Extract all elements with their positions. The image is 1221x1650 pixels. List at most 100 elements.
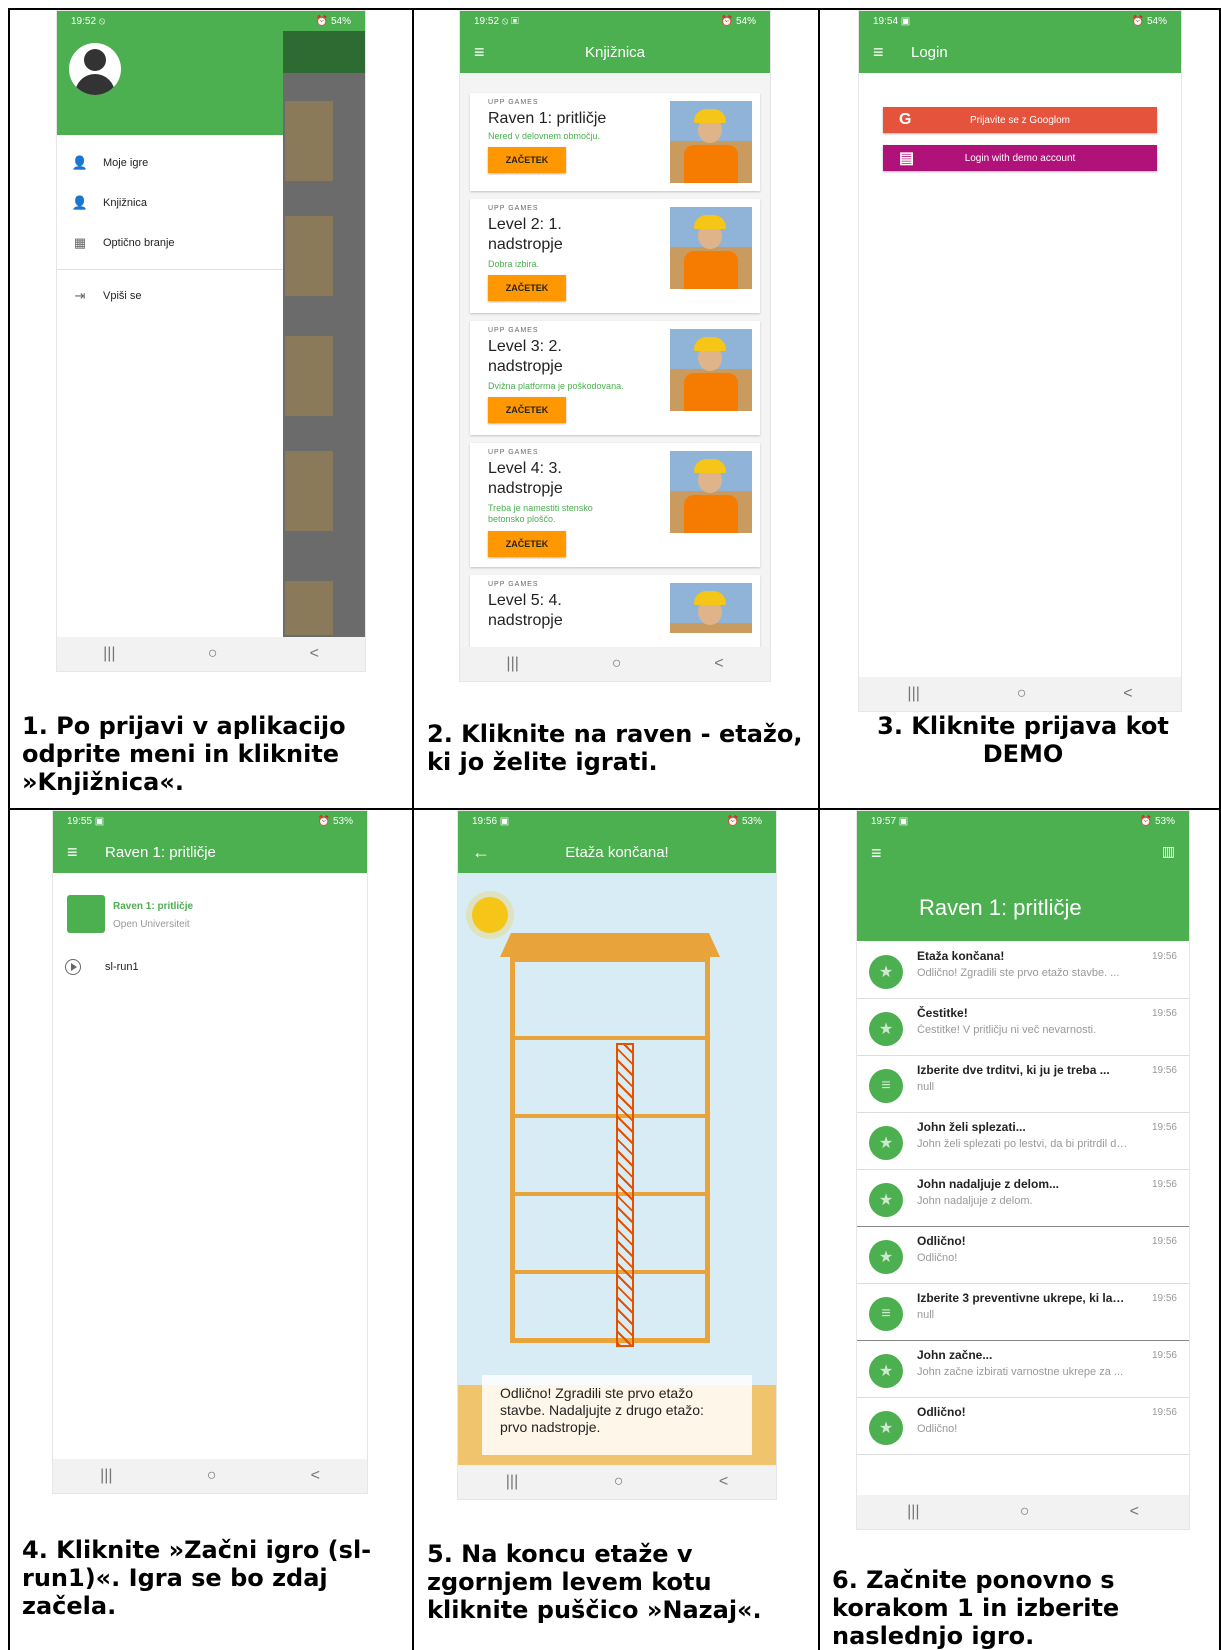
worker-image bbox=[670, 101, 752, 183]
recent-apps-button[interactable]: ||| bbox=[907, 1503, 919, 1521]
android-nav-bar: ||| ○ < bbox=[57, 637, 365, 671]
recent-apps-button[interactable]: ||| bbox=[100, 1467, 112, 1485]
card-brand: UPP GAMES bbox=[488, 327, 539, 334]
back-button[interactable]: < bbox=[1123, 685, 1132, 703]
menu-icon[interactable]: ≡ bbox=[871, 843, 889, 864]
item-subtitle: Odlično! bbox=[917, 1423, 958, 1435]
dimmed-thumbnail bbox=[285, 101, 333, 181]
drawer-item-opticno-branje[interactable]: ▦ Optično branje bbox=[57, 223, 283, 263]
list-item[interactable]: ★ John nadaljuje z delom... John nadalju… bbox=[857, 1169, 1189, 1227]
back-button[interactable]: < bbox=[719, 1473, 728, 1491]
run-list-item[interactable]: sl-run1 bbox=[65, 959, 139, 975]
item-time: 19:56 bbox=[1151, 1008, 1177, 1019]
worker-image bbox=[670, 451, 752, 533]
drawer-item-label: Vpiši se bbox=[103, 290, 142, 302]
item-subtitle: null bbox=[917, 1081, 935, 1093]
dimmed-thumbnail bbox=[285, 581, 333, 635]
drawer-scrim[interactable] bbox=[283, 31, 365, 637]
list-item[interactable]: ★ Etaža končana! Odlično! Zgradili ste p… bbox=[857, 941, 1189, 999]
star-icon: ★ bbox=[869, 955, 903, 989]
back-button[interactable]: < bbox=[311, 1467, 320, 1485]
recent-apps-button[interactable]: ||| bbox=[907, 685, 919, 703]
step-caption-5: 5. Na koncu etaže v zgornjem levem kotu … bbox=[427, 1540, 762, 1624]
start-button[interactable]: ZAČETEK bbox=[488, 397, 566, 423]
list-item[interactable]: ★ Odlično! Odlično! 19:56 bbox=[857, 1397, 1189, 1455]
android-nav-bar: ||| ○ < bbox=[53, 1459, 367, 1493]
app-bar: ≡ ▥ Raven 1: pritličje bbox=[857, 831, 1189, 941]
screenshot-drawer: 19:52 ⦸ ⏰ 54% 👤 Moje igre 👤 Knjižnica ▦ … bbox=[56, 10, 366, 672]
screenshot-run: 19:55 ▣ ⏰ 53% ≡ Raven 1: pritličje Raven… bbox=[52, 810, 368, 1494]
home-button[interactable]: ○ bbox=[1017, 685, 1027, 703]
step-caption-2: 2. Kliknite na raven - etažo, ki jo želi… bbox=[427, 720, 803, 776]
worker-image bbox=[670, 329, 752, 411]
card-brand: UPP GAMES bbox=[488, 449, 539, 456]
start-button[interactable]: ZAČETEK bbox=[488, 147, 566, 173]
game-card[interactable]: UPP GAMES Raven 1: pritličje Nered v del… bbox=[470, 93, 760, 191]
card-title: Level 5: 4. nadstropje bbox=[488, 592, 563, 629]
item-subtitle: John želi splezati po lestvi, da bi prit… bbox=[917, 1138, 1131, 1150]
menu-icon[interactable]: ≡ bbox=[67, 842, 85, 863]
back-button[interactable]: < bbox=[714, 655, 723, 673]
home-button[interactable]: ○ bbox=[208, 645, 218, 663]
star-icon: ★ bbox=[869, 1183, 903, 1217]
avatar[interactable] bbox=[69, 43, 121, 95]
drawer-item-moje-igre[interactable]: 👤 Moje igre bbox=[57, 143, 283, 183]
game-card[interactable]: UPP GAMES Level 3: 2. nadstropje Dvižna … bbox=[470, 321, 760, 435]
game-publisher: Open Universiteit bbox=[113, 919, 190, 930]
item-subtitle: Odlično! Zgradili ste prvo etažo stavbe.… bbox=[917, 967, 1120, 979]
card-title: Raven 1: pritličje bbox=[488, 110, 607, 127]
star-icon: ★ bbox=[869, 1012, 903, 1046]
recent-apps-button[interactable]: ||| bbox=[506, 1473, 518, 1491]
home-button[interactable]: ○ bbox=[207, 1467, 217, 1485]
login-icon: ⇥ bbox=[74, 288, 86, 303]
game-card[interactable]: UPP GAMES Level 5: 4. nadstropje bbox=[470, 575, 760, 647]
list-item[interactable]: ★ Odlično! Odlično! 19:56 bbox=[857, 1226, 1189, 1284]
home-button[interactable]: ○ bbox=[612, 655, 622, 673]
sun-icon bbox=[472, 897, 508, 933]
star-icon: ★ bbox=[869, 1411, 903, 1445]
page-title: Raven 1: pritličje bbox=[919, 895, 1082, 920]
status-right: ⏰ 53% bbox=[1139, 815, 1175, 827]
item-subtitle: Odlično! bbox=[917, 1252, 958, 1264]
start-button[interactable]: ZAČETEK bbox=[488, 531, 566, 557]
drawer-item-knjiznica[interactable]: 👤 Knjižnica bbox=[57, 183, 283, 223]
back-button[interactable]: < bbox=[310, 645, 319, 663]
table-border bbox=[412, 8, 414, 1650]
drawer-item-vpisi-se[interactable]: ⇥ Vpiši se bbox=[57, 276, 283, 316]
game-card[interactable]: UPP GAMES Level 2: 1. nadstropje Dobra i… bbox=[470, 199, 760, 313]
document-icon: ▤ bbox=[899, 150, 915, 167]
home-button[interactable]: ○ bbox=[614, 1473, 624, 1491]
google-login-button[interactable]: G Prijavite se z Googlom bbox=[883, 107, 1157, 133]
status-bar: 19:55 ▣ ⏰ 53% bbox=[53, 811, 367, 831]
android-nav-bar: ||| ○ < bbox=[859, 677, 1181, 711]
home-button[interactable]: ○ bbox=[1020, 1503, 1030, 1521]
table-border bbox=[8, 8, 10, 1650]
map-icon[interactable]: ▥ bbox=[1162, 843, 1175, 860]
list-item[interactable]: ★ John želi splezati... John želi spleza… bbox=[857, 1112, 1189, 1170]
status-time: 19:54 ▣ bbox=[873, 15, 911, 27]
item-time: 19:56 bbox=[1151, 1407, 1177, 1418]
item-subtitle: null bbox=[917, 1309, 935, 1321]
start-button[interactable]: ZAČETEK bbox=[488, 275, 566, 301]
status-time: 19:52 ⦸ bbox=[71, 15, 106, 27]
item-title: John želi splezati... bbox=[917, 1120, 1026, 1134]
demo-login-button[interactable]: ▤ Login with demo account bbox=[883, 145, 1157, 171]
menu-icon[interactable]: ≡ bbox=[873, 42, 891, 63]
drawer-item-label: Knjižnica bbox=[103, 197, 148, 209]
card-description: Dvižna platforma je poškodovana. bbox=[488, 381, 624, 391]
list-icon: ≡ bbox=[869, 1069, 903, 1103]
drawer-divider bbox=[57, 269, 283, 270]
page-title: Knjižnica bbox=[584, 43, 646, 61]
recent-apps-button[interactable]: ||| bbox=[103, 645, 115, 663]
list-item[interactable]: ★ Čestitke! Čestitke! V pritličju ni več… bbox=[857, 998, 1189, 1056]
status-right: ⏰ 54% bbox=[315, 15, 351, 27]
game-card[interactable]: UPP GAMES Level 4: 3. nadstropje Treba j… bbox=[470, 443, 760, 567]
recent-apps-button[interactable]: ||| bbox=[506, 655, 518, 673]
status-time: 19:56 ▣ bbox=[472, 815, 510, 827]
list-item[interactable]: ★ John začne... John začne izbirati varn… bbox=[857, 1340, 1189, 1398]
item-title: Izberite dve trditvi, ki ju je treba ... bbox=[917, 1063, 1110, 1077]
list-item[interactable]: ≡ Izberite dve trditvi, ki ju je treba .… bbox=[857, 1055, 1189, 1113]
back-button[interactable]: < bbox=[1130, 1503, 1139, 1521]
crane-mast bbox=[616, 1043, 634, 1347]
list-item[interactable]: ≡ Izberite 3 preventivne ukrepe, ki lahk… bbox=[857, 1283, 1189, 1341]
